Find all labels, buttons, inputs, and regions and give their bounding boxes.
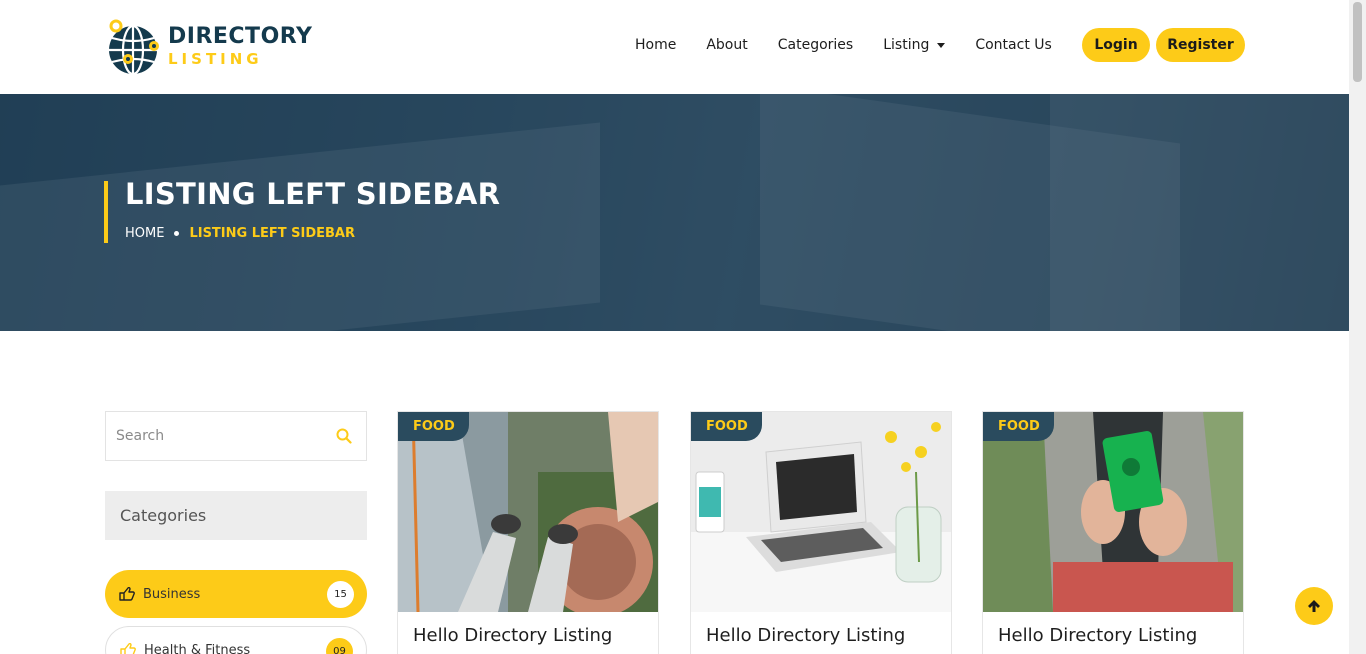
breadcrumb-current: LISTING LEFT SIDEBAR [189, 226, 356, 241]
hand-pointer-icon [120, 643, 136, 654]
listing-image-laptop[interactable] [691, 412, 951, 612]
category-label: Business [143, 586, 201, 602]
chevron-down-icon [937, 42, 946, 48]
category-item-health-fitness[interactable]: Health & Fitness 09 [105, 626, 367, 654]
category-count-badge: 15 [327, 581, 354, 608]
site-header: DIRECTORY LISTING Home About Categories … [0, 0, 1349, 94]
arrow-up-icon [1308, 600, 1320, 612]
banner-title-accent [104, 181, 108, 243]
nav-listing-label: Listing [883, 37, 930, 53]
listing-card[interactable]: FOOD Hello Directory Listing [982, 411, 1244, 654]
register-button[interactable]: Register [1156, 28, 1245, 62]
search-box [105, 411, 367, 461]
listing-category-tag[interactable]: FOOD [983, 412, 1054, 441]
category-label: Health & Fitness [144, 642, 251, 654]
listing-card[interactable]: FOOD Hello Directory Listing [690, 411, 952, 654]
back-to-top-button[interactable] [1295, 587, 1333, 625]
page-scrollbar[interactable] [1349, 0, 1366, 654]
logo-text-secondary: LISTING [168, 50, 263, 68]
hand-pointer-icon [119, 587, 135, 601]
listing-title[interactable]: Hello Directory Listing [998, 625, 1197, 646]
listing-category-tag[interactable]: FOOD [398, 412, 469, 441]
categories-heading: Categories [105, 491, 367, 540]
listing-category-tag[interactable]: FOOD [691, 412, 762, 441]
category-count-badge: 09 [326, 638, 353, 654]
listing-image-city[interactable] [398, 412, 658, 612]
listing-title[interactable]: Hello Directory Listing [706, 625, 905, 646]
scrollbar-thumb[interactable] [1353, 2, 1362, 82]
listing-card[interactable]: FOOD Hello Directory Listing [397, 411, 659, 654]
breadcrumb-separator [174, 231, 180, 236]
breadcrumb: HOME LISTING LEFT SIDEBAR [125, 226, 355, 241]
banner-overlay [0, 94, 1349, 331]
page-title: LISTING LEFT SIDEBAR [125, 177, 501, 211]
listing-title[interactable]: Hello Directory Listing [413, 625, 612, 646]
search-input[interactable] [106, 412, 326, 460]
login-button[interactable]: Login [1082, 28, 1150, 62]
site-logo[interactable]: DIRECTORY LISTING [106, 16, 312, 78]
main-nav: Home About Categories Listing Contact Us [620, 28, 1067, 62]
search-icon[interactable] [336, 428, 352, 444]
nav-home[interactable]: Home [635, 37, 676, 53]
category-item-business[interactable]: Business 15 [105, 570, 367, 618]
breadcrumb-home[interactable]: HOME [125, 226, 164, 241]
globe-logo-icon [109, 19, 159, 76]
nav-contact[interactable]: Contact Us [975, 37, 1051, 53]
page-banner: LISTING LEFT SIDEBAR HOME LISTING LEFT S… [0, 94, 1349, 331]
logo-text-primary: DIRECTORY [168, 24, 313, 49]
nav-listing[interactable]: Listing [883, 37, 946, 53]
nav-categories[interactable]: Categories [778, 37, 853, 53]
listing-image-phone[interactable] [983, 412, 1243, 612]
nav-about[interactable]: About [706, 37, 747, 53]
